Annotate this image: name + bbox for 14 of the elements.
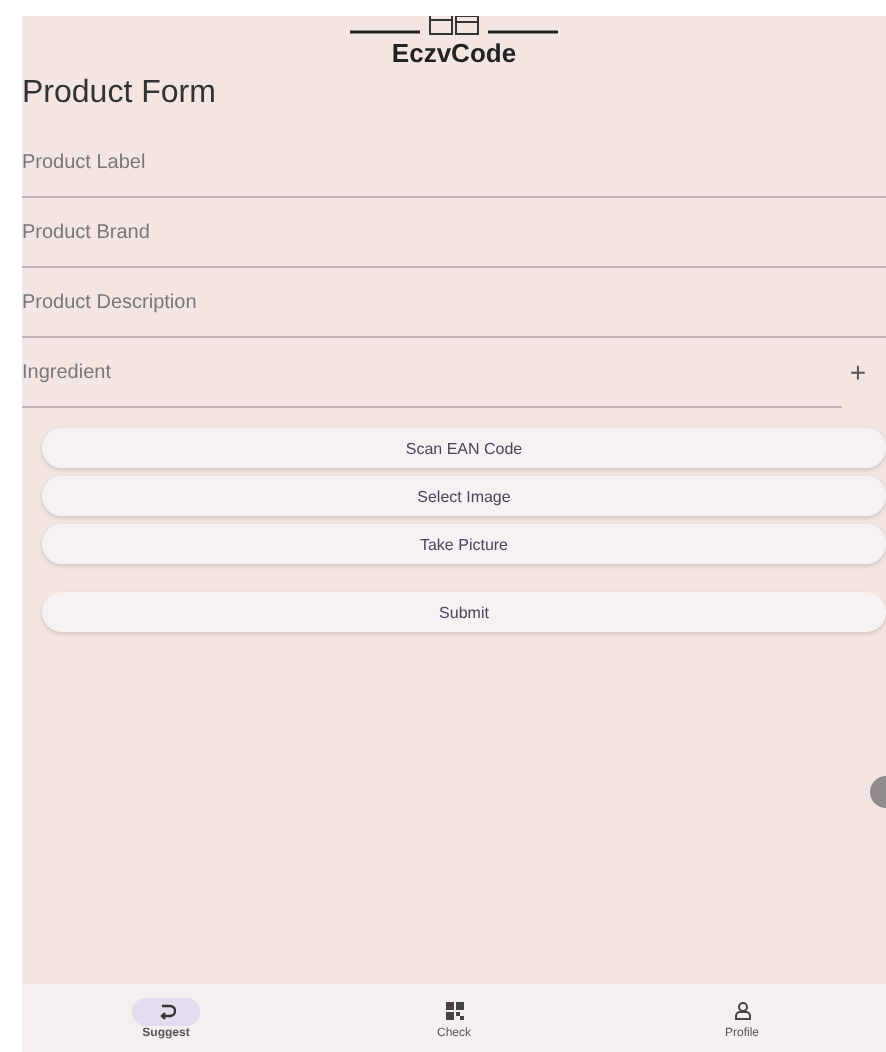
form-title: Product Form <box>22 74 218 112</box>
add-icon[interactable]: + <box>849 356 874 388</box>
text-field[interactable]: Ingredient <box>22 361 850 383</box>
person-icon <box>733 1002 751 1020</box>
action-button[interactable]: Take Picture <box>42 524 886 564</box>
text-field[interactable]: Product Brand <box>22 221 886 243</box>
submit-button[interactable]: Submit <box>42 592 886 632</box>
logo-text: EczvCode <box>391 38 517 68</box>
swap-arrow-icon <box>157 1003 175 1019</box>
action-button[interactable]: Select Image <box>42 476 886 516</box>
text-field[interactable]: Product Label <box>22 151 886 173</box>
qr-code-icon <box>445 1002 463 1020</box>
action-button[interactable]: Scan EAN Code <box>42 428 886 468</box>
text-field[interactable]: Product Description <box>22 291 886 313</box>
